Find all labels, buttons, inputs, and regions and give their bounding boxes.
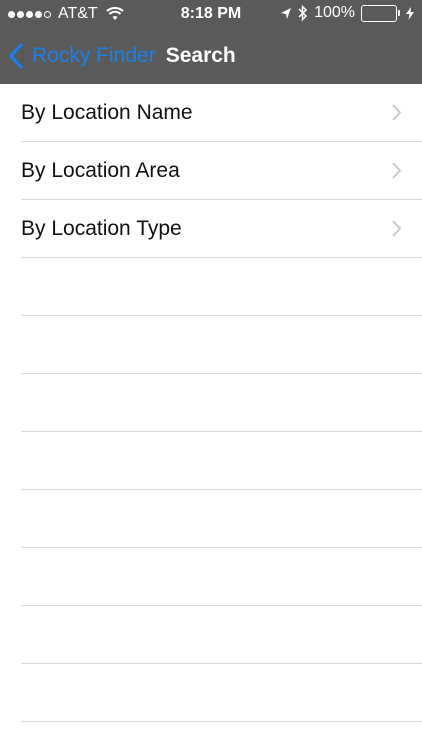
navigation-bar: Rocky Finder Search [0,28,422,84]
location-arrow-icon [281,7,292,19]
list-item-label: By Location Type [21,216,182,240]
charging-bolt-icon [406,6,414,20]
chevron-left-icon [9,43,23,69]
empty-row [21,258,422,316]
list-item-by-location-name[interactable]: By Location Name [21,84,422,142]
empty-row [21,606,422,664]
back-button-label: Rocky Finder [32,44,156,67]
header: AT&T 8:18 PM 100% Rocky Finder Search [0,0,422,84]
empty-row [21,432,422,490]
search-options-list: By Location Name By Location Area By Loc… [0,84,422,722]
empty-row [21,374,422,432]
list-item-label: By Location Name [21,100,193,124]
chevron-right-icon [392,162,402,179]
chevron-right-icon [392,220,402,237]
back-button[interactable]: Rocky Finder Search [8,28,236,84]
empty-row [21,490,422,548]
chevron-right-icon [392,104,402,121]
list-item-by-location-area[interactable]: By Location Area [21,142,422,200]
status-right: 100% [274,4,414,22]
list-item-by-location-type[interactable]: By Location Type [21,200,422,258]
bluetooth-icon [298,5,308,21]
status-bar: AT&T 8:18 PM 100% [0,0,422,28]
empty-row [21,316,422,374]
empty-row [21,548,422,606]
battery-percent: 100% [314,4,355,21]
list-item-label: By Location Area [21,158,180,182]
page-title: Search [165,44,236,67]
empty-row [21,664,422,722]
battery-icon [361,4,400,22]
